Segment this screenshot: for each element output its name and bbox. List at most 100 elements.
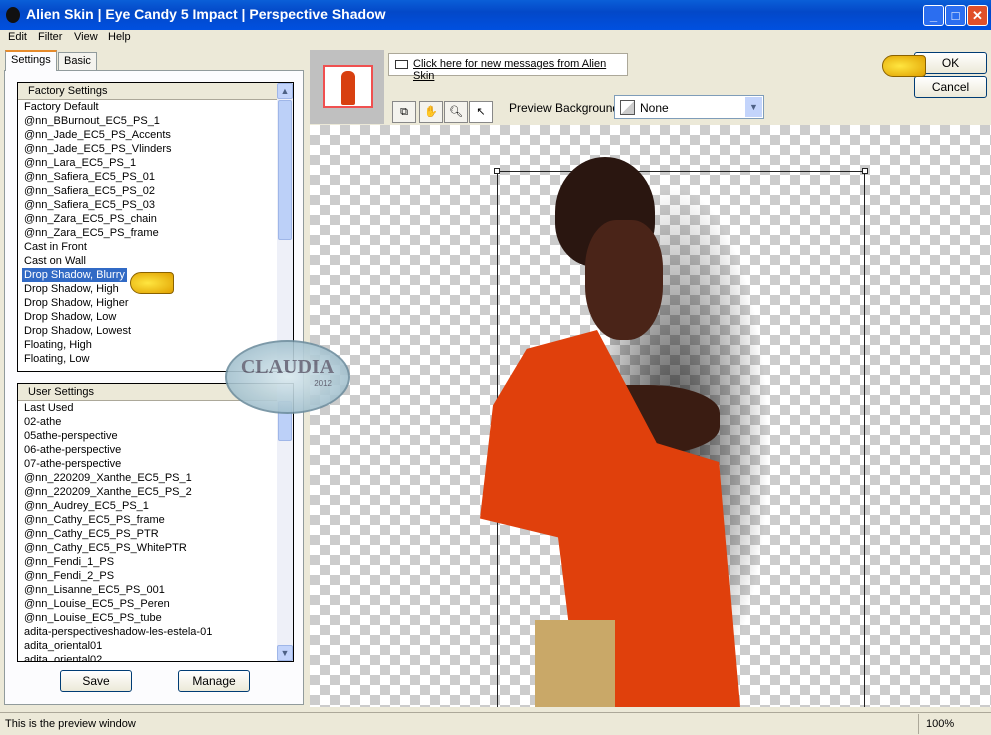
list-item-label: @nn_Safiera_EC5_PS_03 — [24, 199, 156, 211]
preview-window[interactable] — [310, 125, 991, 707]
menu-filter[interactable]: Filter — [38, 31, 62, 43]
list-item[interactable]: @nn_Safiera_EC5_PS_01 — [18, 170, 293, 184]
save-button[interactable]: Save — [60, 670, 132, 692]
preview-background-select[interactable]: None ▼ — [614, 95, 764, 119]
list-item[interactable]: @nn_Jade_EC5_PS_Vlinders — [18, 142, 293, 156]
list-item[interactable]: 07-athe-perspective — [18, 457, 293, 471]
scroll-up-icon[interactable]: ▲ — [277, 83, 293, 99]
list-item[interactable]: adita-perspectiveshadow-les-estela-01 — [18, 625, 293, 639]
list-item-label: @nn_Cathy_EC5_PS_WhitePTR — [24, 542, 187, 554]
hand-tool-icon[interactable]: ✋ — [419, 101, 443, 123]
zoom-level: 100% — [926, 718, 955, 730]
watermark-text: CLAUDIA — [240, 356, 335, 378]
menu-help[interactable]: Help — [108, 31, 131, 43]
list-item[interactable]: @nn_Lara_EC5_PS_1 — [18, 156, 293, 170]
list-item-label: @nn_Audrey_EC5_PS_1 — [24, 500, 149, 512]
list-item-label: 05athe-perspective — [24, 430, 118, 442]
list-item[interactable]: @nn_220209_Xanthe_EC5_PS_2 — [18, 485, 293, 499]
list-item[interactable]: @nn_Lisanne_EC5_PS_001 — [18, 583, 293, 597]
list-item[interactable]: @nn_Cathy_EC5_PS_frame — [18, 513, 293, 527]
list-item-label: Drop Shadow, Low — [24, 311, 117, 323]
list-item-label: Drop Shadow, Higher — [24, 297, 129, 309]
tab-settings[interactable]: Settings — [5, 50, 57, 71]
list-item[interactable]: Cast in Front — [18, 240, 293, 254]
status-text: This is the preview window — [5, 718, 136, 730]
maximize-button[interactable]: □ — [945, 5, 966, 26]
list-item-label: @nn_220209_Xanthe_EC5_PS_2 — [24, 486, 192, 498]
list-item[interactable]: 05athe-perspective — [18, 429, 293, 443]
list-item[interactable]: @nn_Louise_EC5_PS_Peren — [18, 597, 293, 611]
preview-toggle-icon[interactable]: ⧉ — [392, 101, 416, 123]
list-item[interactable]: @nn_Zara_EC5_PS_frame — [18, 226, 293, 240]
list-item-label: Drop Shadow, Lowest — [24, 325, 132, 337]
list-item-label: @nn_Cathy_EC5_PS_frame — [24, 514, 165, 526]
menu-edit[interactable]: Edit — [8, 31, 27, 43]
manage-button[interactable]: Manage — [178, 670, 250, 692]
list-item[interactable]: @nn_Cathy_EC5_PS_WhitePTR — [18, 541, 293, 555]
menu-view[interactable]: View — [74, 31, 98, 43]
chevron-down-icon[interactable]: ▼ — [745, 97, 762, 117]
factory-scrollbar[interactable]: ▲ — [277, 83, 293, 371]
list-item-label: @nn_Jade_EC5_PS_Vlinders — [24, 143, 172, 155]
list-item[interactable]: @nn_Fendi_2_PS — [18, 569, 293, 583]
list-item[interactable]: @nn_Cathy_EC5_PS_PTR — [18, 527, 293, 541]
list-item[interactable]: Cast on Wall — [18, 254, 293, 268]
user-settings-list[interactable]: User Settings Last Used 02-athe 05athe-per… — [17, 383, 294, 662]
close-button[interactable]: ✕ — [967, 5, 988, 26]
list-item-label: @nn_Cathy_EC5_PS_PTR — [24, 528, 159, 540]
minimize-button[interactable]: _ — [923, 5, 944, 26]
list-item[interactable]: @nn_Jade_EC5_PS_Accents — [18, 128, 293, 142]
list-item[interactable]: Factory Default — [18, 100, 293, 114]
title-bar: Alien Skin | Eye Candy 5 Impact | Perspe… — [0, 0, 991, 30]
list-item-label: Factory Default — [24, 101, 99, 113]
list-item[interactable]: 02-athe — [18, 415, 293, 429]
list-item[interactable]: adita_oriental02 — [18, 653, 293, 661]
pointing-hand-icon — [130, 272, 174, 294]
scroll-down-icon[interactable]: ▼ — [277, 645, 293, 661]
messages-link-box[interactable]: Click here for new messages from Alien S… — [388, 53, 628, 82]
zoom-tool-icon[interactable]: 🔍︎ — [444, 101, 468, 123]
list-item-label: @nn_Fendi_1_PS — [24, 556, 115, 568]
list-item-label: @nn_Zara_EC5_PS_frame — [24, 227, 159, 239]
list-item[interactable]: @nn_Audrey_EC5_PS_1 — [18, 499, 293, 513]
user-scrollbar[interactable]: ▼ — [277, 384, 293, 661]
list-item-label: adita_oriental01 — [24, 640, 103, 652]
background-swatch-icon — [620, 100, 635, 115]
factory-settings-header: Factory Settings — [18, 83, 293, 100]
list-item-label: @nn_Safiera_EC5_PS_02 — [24, 185, 156, 197]
watermark-year: 2012 — [314, 379, 332, 388]
list-item-label: Cast on Wall — [24, 255, 86, 267]
list-item[interactable]: Drop Shadow, Higher — [18, 296, 293, 310]
list-item[interactable]: @nn_Fendi_1_PS — [18, 555, 293, 569]
list-item[interactable]: @nn_Safiera_EC5_PS_02 — [18, 184, 293, 198]
list-item-label: Cast in Front — [24, 241, 87, 253]
list-item[interactable]: Drop Shadow, Lowest — [18, 324, 293, 338]
frame-handle[interactable] — [862, 168, 868, 174]
list-item[interactable]: 06-athe-perspective — [18, 443, 293, 457]
preview-background-label: Preview Background: — [509, 101, 623, 115]
list-item-label: Last Used — [24, 402, 74, 414]
alien-skin-logo-icon — [6, 7, 20, 23]
list-item-label: 07-athe-perspective — [24, 458, 122, 470]
list-item[interactable]: @nn_Safiera_EC5_PS_03 — [18, 198, 293, 212]
list-item[interactable]: @nn_Zara_EC5_PS_chain — [18, 212, 293, 226]
navigator-viewport[interactable] — [323, 65, 373, 108]
messages-link[interactable]: Click here for new messages from Alien S… — [413, 58, 606, 82]
menu-bar: Edit Filter View Help — [0, 30, 991, 46]
navigator-thumbnail[interactable] — [310, 50, 384, 124]
frame-handle[interactable] — [494, 168, 500, 174]
list-item-label: Floating, Low — [24, 353, 90, 365]
list-item[interactable]: @nn_BBurnout_EC5_PS_1 — [18, 114, 293, 128]
list-item-label: @nn_Jade_EC5_PS_Accents — [24, 129, 171, 141]
list-item[interactable]: Drop Shadow, Low — [18, 310, 293, 324]
cancel-button[interactable]: Cancel — [914, 76, 987, 98]
list-item[interactable]: @nn_220209_Xanthe_EC5_PS_1 — [18, 471, 293, 485]
pointer-tool-icon[interactable]: ↖ — [469, 101, 493, 123]
list-item[interactable]: adita_oriental01 — [18, 639, 293, 653]
scroll-thumb[interactable] — [278, 100, 292, 240]
window-title: Alien Skin | Eye Candy 5 Impact | Perspe… — [26, 6, 386, 22]
tab-basic[interactable]: Basic — [58, 52, 97, 70]
list-item[interactable]: @nn_Louise_EC5_PS_tube — [18, 611, 293, 625]
list-item-label: @nn_Louise_EC5_PS_Peren — [24, 598, 170, 610]
factory-settings-list[interactable]: Factory Settings Factory Default @nn_BBur… — [17, 82, 294, 372]
